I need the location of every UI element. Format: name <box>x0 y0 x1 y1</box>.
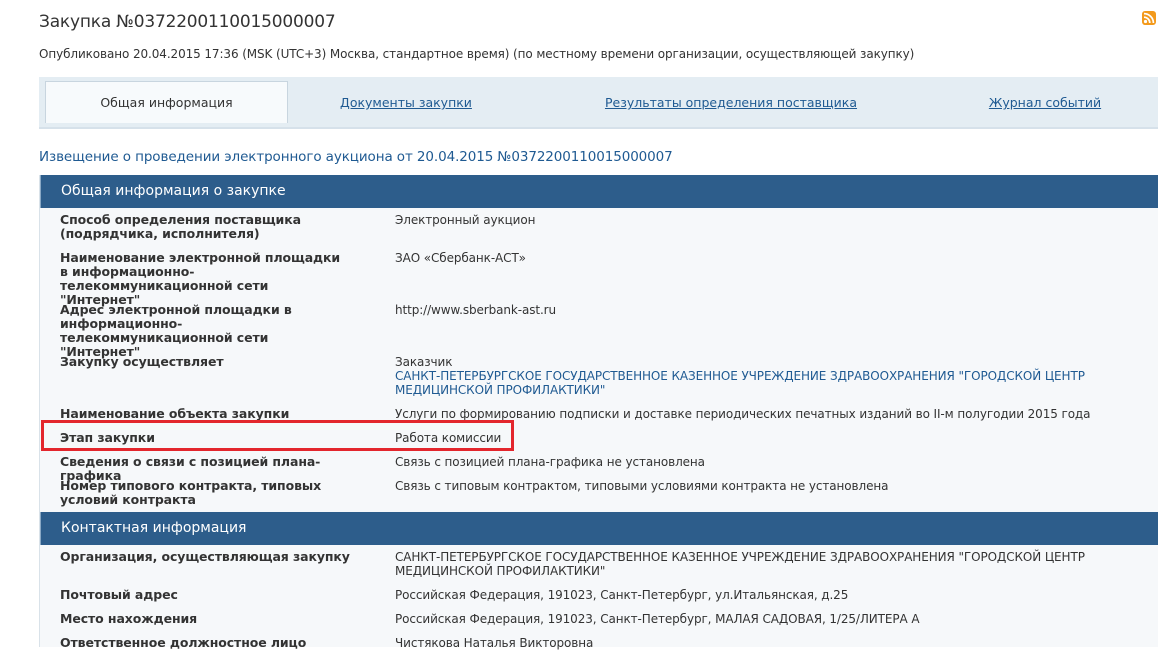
label-supplier-method: Способ определения поставщика (подрядчик… <box>60 212 301 241</box>
label-platform-name: Наименование электронной площадки в инфо… <box>60 250 341 307</box>
value-procurer: Заказчик САНКТ-ПЕТЕРБУРГСКОЕ ГОСУДАРСТВЕ… <box>395 355 1135 397</box>
value-organization: САНКТ-ПЕТЕРБУРГСКОЕ ГОСУДАРСТВЕННОЕ КАЗЕ… <box>395 550 1085 578</box>
value-supplier-method: Электронный аукцион <box>395 213 536 227</box>
tab-general-info[interactable]: Общая информация <box>45 81 288 123</box>
procurer-organization-link[interactable]: САНКТ-ПЕТЕРБУРГСКОЕ ГОСУДАРСТВЕННОЕ КАЗЕ… <box>395 369 1135 397</box>
tab-bar: Общая информация Документы закупки Резул… <box>39 77 1158 129</box>
procurer-role: Заказчик <box>395 355 453 369</box>
tab-event-log[interactable]: Журнал событий <box>983 82 1107 123</box>
label-organization: Организация, осуществляющая закупку <box>60 549 350 564</box>
publication-date-text: Опубликовано 20.04.2015 17:36 (MSK (UTC+… <box>39 47 915 61</box>
section-header-general: Общая информация о закупке <box>40 175 1158 208</box>
label-responsible-person: Ответственное должностное лицо <box>60 635 307 650</box>
value-platform-name: ЗАО «Сбербанк-АСТ» <box>395 251 526 265</box>
tab-supplier-results[interactable]: Результаты определения поставщика <box>604 82 858 123</box>
label-postal-address: Почтовый адрес <box>60 587 178 602</box>
page-title: Закупка №0372200110015000007 <box>39 12 336 32</box>
value-location: Российская Федерация, 191023, Санкт-Пете… <box>395 612 920 626</box>
label-typical-contract: Номер типового контракта, типовых услови… <box>60 478 322 507</box>
label-procurer: Закупку осуществляет <box>60 354 224 369</box>
notice-title-link[interactable]: Извещение о проведении электронного аукц… <box>39 149 673 165</box>
label-location: Место нахождения <box>60 611 198 626</box>
label-procurement-object: Наименование объекта закупки <box>60 406 290 421</box>
value-responsible-person: Чистякова Наталья Викторовна <box>395 636 594 650</box>
rss-feed-icon[interactable] <box>1142 11 1156 25</box>
value-plan-schedule-link: Связь с позицией плана-графика не устано… <box>395 455 705 469</box>
section-header-contact: Контактная информация <box>40 512 1158 545</box>
value-procurement-object: Услуги по формированию подписки и достав… <box>395 407 1091 421</box>
highlight-box <box>41 420 514 451</box>
tab-procurement-documents[interactable]: Документы закупки <box>329 82 483 123</box>
value-typical-contract: Связь с типовым контрактом, типовыми усл… <box>395 479 889 493</box>
value-platform-address: http://www.sberbank-ast.ru <box>395 303 557 317</box>
value-postal-address: Российская Федерация, 191023, Санкт-Пете… <box>395 588 849 602</box>
label-platform-address: Адрес электронной площадки в информацион… <box>60 302 292 359</box>
